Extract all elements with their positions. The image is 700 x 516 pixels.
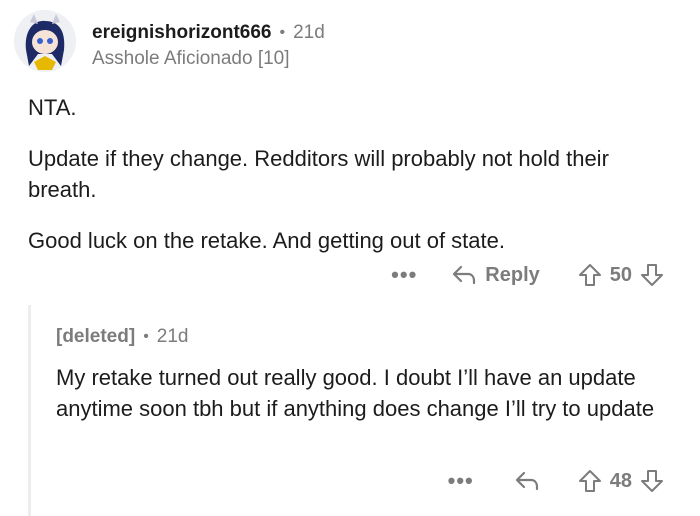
comment-age: 21d <box>293 22 325 43</box>
comment-header: ereignishorizont666 • 21d Asshole Aficio… <box>14 10 325 74</box>
comment-username[interactable]: ereignishorizont666 <box>92 22 272 44</box>
comment-paragraph: NTA. <box>28 95 77 120</box>
comment-paragraph: Good luck on the retake. And getting out… <box>28 228 505 253</box>
upvote-icon[interactable] <box>578 263 602 287</box>
reply-username: [deleted] <box>56 326 136 347</box>
avatar-illustration <box>14 10 76 72</box>
reply-button[interactable]: Reply <box>451 263 540 287</box>
downvote-icon[interactable] <box>640 469 664 493</box>
reply-body: My retake turned out really good. I doub… <box>56 365 655 421</box>
downvote-icon[interactable] <box>640 263 664 287</box>
thread-line[interactable] <box>28 305 31 516</box>
vote-controls: 48 <box>578 469 664 493</box>
reply-header: [deleted] • 21d <box>56 326 676 348</box>
more-options-button[interactable]: ••• <box>448 468 474 494</box>
vote-count: 50 <box>609 263 632 286</box>
comment-meta: ereignishorizont666 • 21d Asshole Aficio… <box>92 22 325 70</box>
reply-age: 21d <box>156 326 189 347</box>
vote-controls: 50 <box>578 263 664 287</box>
reply-label: Reply <box>485 263 540 286</box>
user-flair: Asshole Aficionado [10] <box>92 48 290 69</box>
comment-thread: ereignishorizont666 • 21d Asshole Aficio… <box>0 0 700 516</box>
reply-arrow-icon <box>515 471 538 491</box>
comment-actions: ••• Reply 50 <box>391 262 664 288</box>
meta-separator: • <box>279 24 286 41</box>
reply-actions: ••• 48 <box>448 468 664 494</box>
reply-arrow-icon <box>453 265 476 285</box>
comment-paragraph: Update if they change. Redditors will pr… <box>28 146 609 202</box>
vote-count: 48 <box>609 469 632 492</box>
reply-comment: [deleted] • 21d My retake turned out rea… <box>56 326 676 424</box>
more-options-button[interactable]: ••• <box>391 262 417 288</box>
meta-separator: • <box>143 328 149 345</box>
comment-body: NTA. Update if they change. Redditors wi… <box>28 92 678 276</box>
reply-button[interactable] <box>514 470 540 492</box>
upvote-icon[interactable] <box>578 469 602 493</box>
avatar[interactable] <box>14 10 76 72</box>
